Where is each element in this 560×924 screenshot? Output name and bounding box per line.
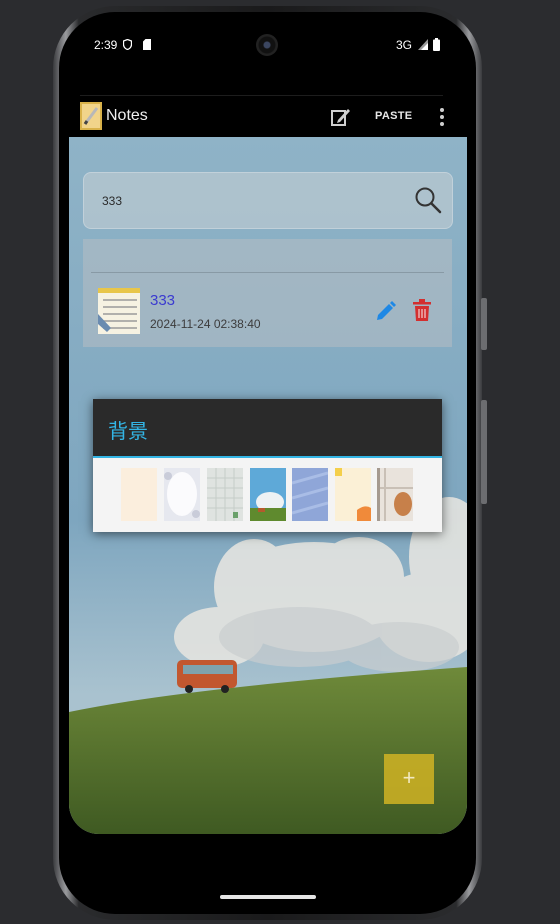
- screen: 2:39 3G Notes PASTE 333 333 2024-11-24 0…: [69, 20, 467, 834]
- status-bar: 2:39 3G: [69, 20, 467, 72]
- note-date: 2024-11-24 02:38:40: [150, 317, 261, 331]
- note-list: 333 2024-11-24 02:38:40: [83, 239, 452, 347]
- network-type: 3G: [396, 38, 413, 52]
- shield-icon: [123, 39, 132, 50]
- swatch-row: [93, 458, 442, 532]
- volume-button: [481, 298, 487, 350]
- paste-button[interactable]: PASTE: [375, 110, 412, 122]
- dialog-title: 背景: [108, 421, 148, 443]
- action-bar: Notes PASTE: [69, 98, 467, 135]
- background-picker-dialog: 背景: [93, 399, 442, 532]
- home-indicator[interactable]: [220, 895, 316, 899]
- dialog-header: 背景: [93, 399, 442, 456]
- actionbar-divider: [80, 95, 443, 96]
- overflow-menu-icon[interactable]: [439, 107, 445, 127]
- add-note-button[interactable]: +: [384, 754, 434, 804]
- swatch-white-lace[interactable]: [164, 468, 200, 521]
- search-icon[interactable]: [414, 186, 442, 214]
- sd-card-icon: [143, 39, 151, 50]
- front-camera: [256, 34, 278, 56]
- edit-note-icon[interactable]: [331, 107, 351, 127]
- search-input[interactable]: 333: [102, 194, 122, 208]
- battery-icon: [433, 38, 440, 51]
- list-divider: [91, 272, 444, 273]
- content-area: 333 333 2024-11-24 02:38:40 背景 +: [69, 137, 467, 834]
- swatch-sky-grass[interactable]: [250, 468, 286, 521]
- swatch-light-gray-pattern[interactable]: [207, 468, 243, 521]
- swatch-blue-texture[interactable]: [292, 468, 328, 521]
- app-logo-icon: [80, 102, 102, 130]
- swatch-cream[interactable]: [121, 468, 157, 521]
- signal-icon: [418, 39, 428, 50]
- app-title: Notes: [106, 107, 148, 124]
- edit-pencil-icon[interactable]: [375, 300, 397, 322]
- note-title[interactable]: 333: [150, 292, 175, 309]
- swatch-window-plant[interactable]: [377, 468, 413, 521]
- status-time: 2:39: [94, 38, 118, 52]
- power-button: [481, 400, 487, 504]
- search-bar[interactable]: 333: [83, 172, 453, 229]
- swatch-yellow-orange[interactable]: [335, 468, 371, 521]
- trash-icon[interactable]: [413, 299, 431, 321]
- notepad-icon: [98, 288, 140, 334]
